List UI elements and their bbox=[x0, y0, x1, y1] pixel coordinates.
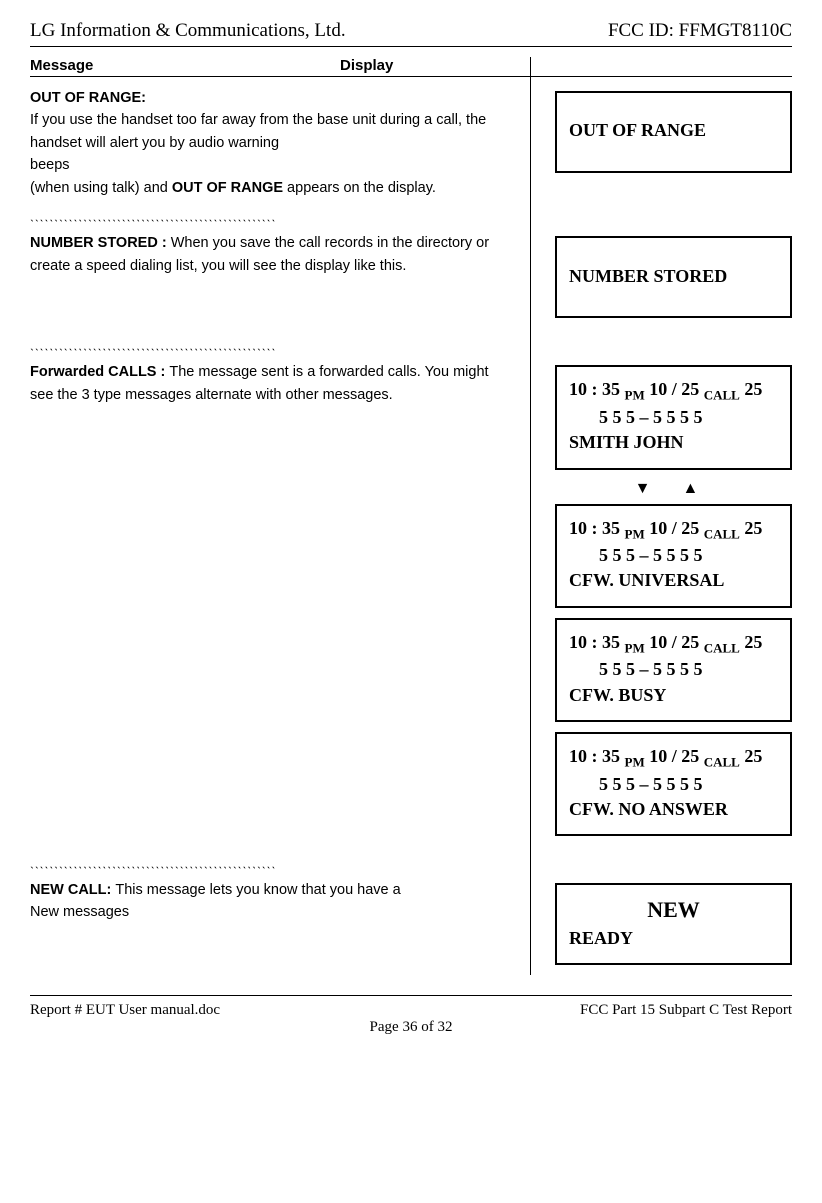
lcd-new-call: NEW READY bbox=[555, 883, 792, 965]
out-of-range-beeps: beeps bbox=[30, 157, 70, 173]
lcd-forward-2-phone: 5 5 5 – 5 5 5 5 bbox=[569, 543, 778, 568]
header-fcc-id: FCC ID: FFMGT8110C bbox=[608, 20, 792, 42]
lcd-forward-4-name: CFW. NO ANSWER bbox=[569, 797, 778, 822]
lcd-forward-4-phone: 5 5 5 – 5 5 5 5 bbox=[569, 772, 778, 797]
lcd-forward-4-time: 10 : 35 PM 10 / 25 CALL 25 bbox=[569, 744, 778, 772]
lcd-forward-3: 10 : 35 PM 10 / 25 CALL 25 5 5 5 – 5 5 5… bbox=[555, 618, 792, 722]
new-call-body2: New messages bbox=[30, 904, 129, 920]
lcd-forward-3-phone: 5 5 5 – 5 5 5 5 bbox=[569, 657, 778, 682]
out-of-range-bold: OUT OF RANGE bbox=[172, 180, 283, 196]
lcd-forward-1-name: SMITH JOHN bbox=[569, 430, 778, 455]
column-divider bbox=[530, 57, 531, 975]
up-down-arrows-icon: ▼ ▲ bbox=[555, 480, 792, 498]
lcd-new-call-top: NEW bbox=[569, 895, 778, 926]
footer-subpart: FCC Part 15 Subpart C Test Report bbox=[580, 1002, 792, 1019]
lcd-forward-2: 10 : 35 PM 10 / 25 CALL 25 5 5 5 – 5 5 5… bbox=[555, 504, 792, 608]
new-call-body: This message lets you know that you have… bbox=[115, 882, 400, 898]
lcd-forward-2-time: 10 : 35 PM 10 / 25 CALL 25 bbox=[569, 516, 778, 544]
footer-rule bbox=[30, 995, 792, 996]
number-stored-title: NUMBER STORED : bbox=[30, 235, 171, 251]
footer-report: Report # EUT User manual.doc bbox=[30, 1002, 220, 1019]
separator-2: ˎˎˎˎˎˎˎˎˎˎˎˎˎˎˎˎˎˎˎˎˎˎˎˎˎˎˎˎˎˎˎˎˎˎˎˎˎˎˎˎ… bbox=[30, 336, 792, 351]
out-of-range-post2: appears on the display. bbox=[283, 180, 436, 196]
header-company: LG Information & Communications, Ltd. bbox=[30, 20, 346, 42]
new-call-title: NEW CALL: bbox=[30, 882, 115, 898]
lcd-out-of-range: OUT OF RANGE bbox=[555, 91, 792, 173]
out-of-range-text: OUT OF RANGE: If you use the handset too… bbox=[30, 87, 525, 199]
number-stored-text: NUMBER STORED : When you save the call r… bbox=[30, 232, 525, 277]
lcd-forward-1-phone: 5 5 5 – 5 5 5 5 bbox=[569, 405, 778, 430]
column-header-message: Message bbox=[30, 57, 340, 74]
lcd-new-call-bottom: READY bbox=[569, 926, 778, 951]
lcd-forward-1-time: 10 : 35 PM 10 / 25 CALL 25 bbox=[569, 377, 778, 405]
lcd-out-of-range-text: OUT OF RANGE bbox=[569, 118, 778, 143]
out-of-range-body-pre: If you use the handset too far away from… bbox=[30, 112, 486, 150]
forwarded-title: Forwarded CALLS : bbox=[30, 364, 169, 380]
lcd-number-stored: NUMBER STORED bbox=[555, 236, 792, 318]
lcd-forward-2-name: CFW. UNIVERSAL bbox=[569, 568, 778, 593]
lcd-forward-3-time: 10 : 35 PM 10 / 25 CALL 25 bbox=[569, 630, 778, 658]
separator-1: ˎˎˎˎˎˎˎˎˎˎˎˎˎˎˎˎˎˎˎˎˎˎˎˎˎˎˎˎˎˎˎˎˎˎˎˎˎˎˎˎ… bbox=[30, 207, 792, 222]
new-call-text: NEW CALL: This message lets you know tha… bbox=[30, 879, 525, 924]
column-header-display: Display bbox=[340, 57, 393, 74]
separator-3: ˎˎˎˎˎˎˎˎˎˎˎˎˎˎˎˎˎˎˎˎˎˎˎˎˎˎˎˎˎˎˎˎˎˎˎˎˎˎˎˎ… bbox=[30, 854, 792, 869]
forwarded-text: Forwarded CALLS : The message sent is a … bbox=[30, 361, 525, 406]
header-rule bbox=[30, 46, 792, 47]
lcd-forward-3-name: CFW. BUSY bbox=[569, 683, 778, 708]
lcd-forward-1: 10 : 35 PM 10 / 25 CALL 25 5 5 5 – 5 5 5… bbox=[555, 365, 792, 469]
lcd-number-stored-text: NUMBER STORED bbox=[569, 264, 778, 289]
header-underline bbox=[30, 76, 792, 77]
footer-page: Page 36 of 32 bbox=[30, 1019, 792, 1036]
out-of-range-title: OUT OF RANGE: bbox=[30, 90, 146, 106]
out-of-range-post1: (when using talk) and bbox=[30, 180, 172, 196]
lcd-forward-4: 10 : 35 PM 10 / 25 CALL 25 5 5 5 – 5 5 5… bbox=[555, 732, 792, 836]
